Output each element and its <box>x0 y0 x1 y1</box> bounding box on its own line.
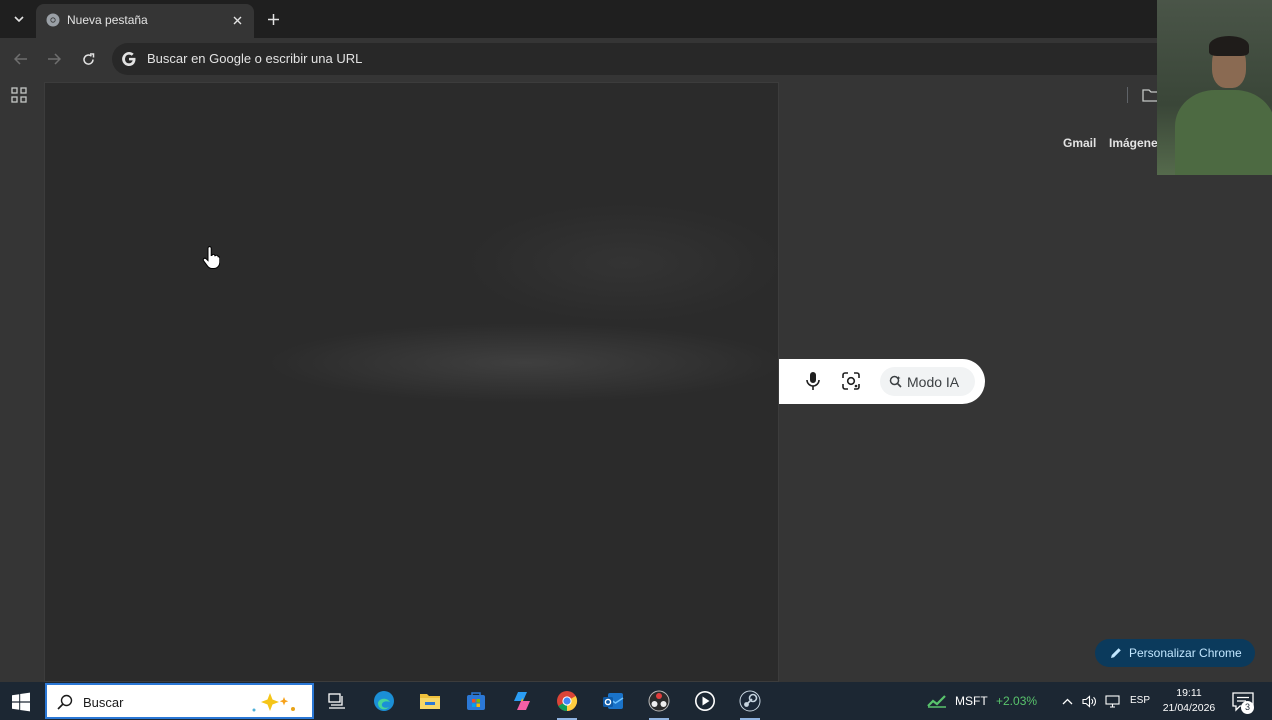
media-player-button[interactable] <box>693 689 717 713</box>
clock-time: 19:11 <box>1176 687 1202 699</box>
steam-icon <box>739 690 761 712</box>
screen: Nueva pestaña Buscar en Google o escribi… <box>0 0 1272 720</box>
chrome-taskbar-button[interactable] <box>555 689 579 720</box>
ai-mode-label: Modo IA <box>907 373 960 390</box>
back-button[interactable] <box>9 47 33 71</box>
file-explorer-icon <box>420 694 440 709</box>
new-tab-button[interactable] <box>262 8 284 30</box>
clock[interactable]: 19:11 21/04/2026 <box>1159 686 1219 716</box>
pencil-icon <box>1111 648 1121 658</box>
tab-new-tab[interactable]: Nueva pestaña <box>36 4 254 38</box>
search-icon <box>57 694 73 710</box>
overlay-panel <box>44 82 779 682</box>
omnibox[interactable]: Buscar en Google o escribir una URL <box>112 43 1212 75</box>
obs-button[interactable] <box>647 689 671 720</box>
tab-strip: Nueva pestaña <box>0 0 1272 38</box>
stock-symbol[interactable]: MSFT <box>955 694 988 708</box>
taskbar-search-box[interactable]: Buscar <box>45 683 314 719</box>
toolbar: Buscar en Google o escribir una URL <box>0 38 1272 80</box>
gmail-link[interactable]: Gmail <box>1063 136 1096 150</box>
notification-count-badge: 3 <box>1241 701 1254 714</box>
forward-button[interactable] <box>42 47 66 71</box>
edge-icon <box>374 691 394 711</box>
images-link[interactable]: Imágene <box>1109 136 1158 150</box>
ai-search-icon <box>889 375 902 388</box>
tab-close-button[interactable] <box>228 11 246 29</box>
file-explorer-button[interactable] <box>418 689 442 713</box>
close-icon <box>233 16 241 24</box>
input-language[interactable]: ESP <box>1130 695 1150 706</box>
google-lens-icon[interactable] <box>841 371 861 391</box>
customize-chrome-label: Personalizar Chrome <box>1129 646 1242 660</box>
ms-store-icon <box>467 692 485 710</box>
google-g-icon <box>122 52 136 66</box>
outlook-icon <box>603 693 624 709</box>
ai-mode-button[interactable]: Modo IA <box>880 367 975 396</box>
bookmarks-separator <box>1127 87 1128 103</box>
search-highlight-sparkle-icon <box>252 693 295 712</box>
speaker-icon <box>1081 694 1096 708</box>
chrome-newtab-icon <box>46 13 60 27</box>
copilot-icon <box>514 692 530 710</box>
obs-icon <box>648 690 670 712</box>
copilot-button[interactable] <box>510 689 534 713</box>
ms-store-button[interactable] <box>464 689 488 713</box>
network-icon <box>1104 694 1120 708</box>
tab-title: Nueva pestaña <box>67 13 148 27</box>
reload-icon <box>82 52 94 65</box>
show-hidden-icons-button[interactable] <box>1059 693 1075 709</box>
clock-date: 21/04/2026 <box>1162 702 1216 714</box>
arrow-left-icon <box>14 53 27 65</box>
blurred-content <box>465 203 778 323</box>
windows-start-icon[interactable] <box>11 692 31 712</box>
tab-search-button[interactable] <box>8 8 30 30</box>
omnibox-placeholder: Buscar en Google o escribir una URL <box>147 51 363 66</box>
outlook-button[interactable] <box>601 689 625 713</box>
stock-chart-icon <box>927 695 946 708</box>
stock-change[interactable]: +2.03% <box>996 694 1037 708</box>
taskbar-search-placeholder: Buscar <box>83 695 124 710</box>
media-player-icon <box>695 691 715 711</box>
customize-chrome-button[interactable]: Personalizar Chrome <box>1095 639 1255 667</box>
blurred-content <box>265 323 778 403</box>
arrow-right-icon <box>48 53 61 65</box>
plus-icon <box>267 13 279 25</box>
network-button[interactable] <box>1104 693 1120 709</box>
task-view-button[interactable] <box>325 689 349 713</box>
apps-grid-icon[interactable] <box>11 87 27 103</box>
webcam-person-body <box>1175 90 1272 175</box>
chevron-up-icon <box>1062 698 1072 704</box>
microphone-icon[interactable] <box>804 371 822 391</box>
volume-button[interactable] <box>1081 693 1097 709</box>
chrome-icon <box>557 691 578 712</box>
reload-button[interactable] <box>76 47 100 71</box>
steam-button[interactable] <box>738 689 762 720</box>
task-view-icon <box>328 693 345 709</box>
webcam-person-hair <box>1209 36 1249 56</box>
chevron-down-icon <box>14 16 24 22</box>
taskbar: Buscar MSFT +2.03% ESP 19:11 21/04/2026 … <box>0 682 1272 720</box>
edge-button[interactable] <box>372 689 396 713</box>
hand-cursor-icon <box>202 246 220 269</box>
webcam-overlay <box>1157 0 1272 175</box>
